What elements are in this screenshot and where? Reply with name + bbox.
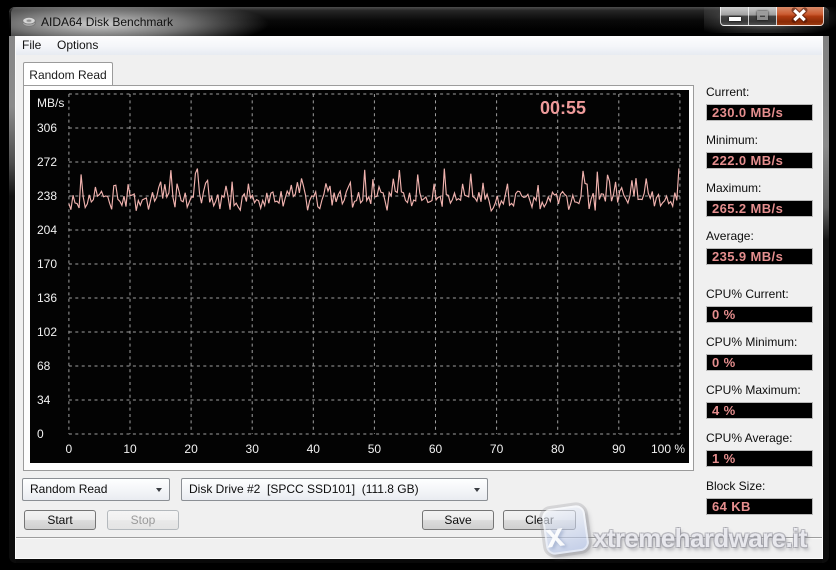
svg-text:100 %: 100 %	[651, 442, 685, 456]
svg-text:0: 0	[37, 427, 44, 441]
svg-text:136: 136	[37, 291, 57, 305]
svg-text:10: 10	[123, 442, 137, 456]
svg-text:238: 238	[37, 189, 57, 203]
svg-text:30: 30	[246, 442, 260, 456]
svg-text:272: 272	[37, 155, 57, 169]
svg-text:170: 170	[37, 257, 57, 271]
svg-text:90: 90	[612, 442, 626, 456]
svg-text:306: 306	[37, 121, 57, 135]
svg-text:70: 70	[490, 442, 504, 456]
svg-text:00:55: 00:55	[540, 98, 586, 118]
svg-text:34: 34	[37, 393, 51, 407]
svg-text:68: 68	[37, 359, 51, 373]
svg-text:50: 50	[368, 442, 382, 456]
svg-text:MB/s: MB/s	[37, 96, 64, 110]
svg-text:102: 102	[37, 325, 57, 339]
svg-text:80: 80	[551, 442, 565, 456]
svg-text:0: 0	[66, 442, 73, 456]
svg-text:40: 40	[307, 442, 321, 456]
svg-text:20: 20	[184, 442, 198, 456]
svg-text:60: 60	[429, 442, 443, 456]
svg-text:204: 204	[37, 223, 57, 237]
